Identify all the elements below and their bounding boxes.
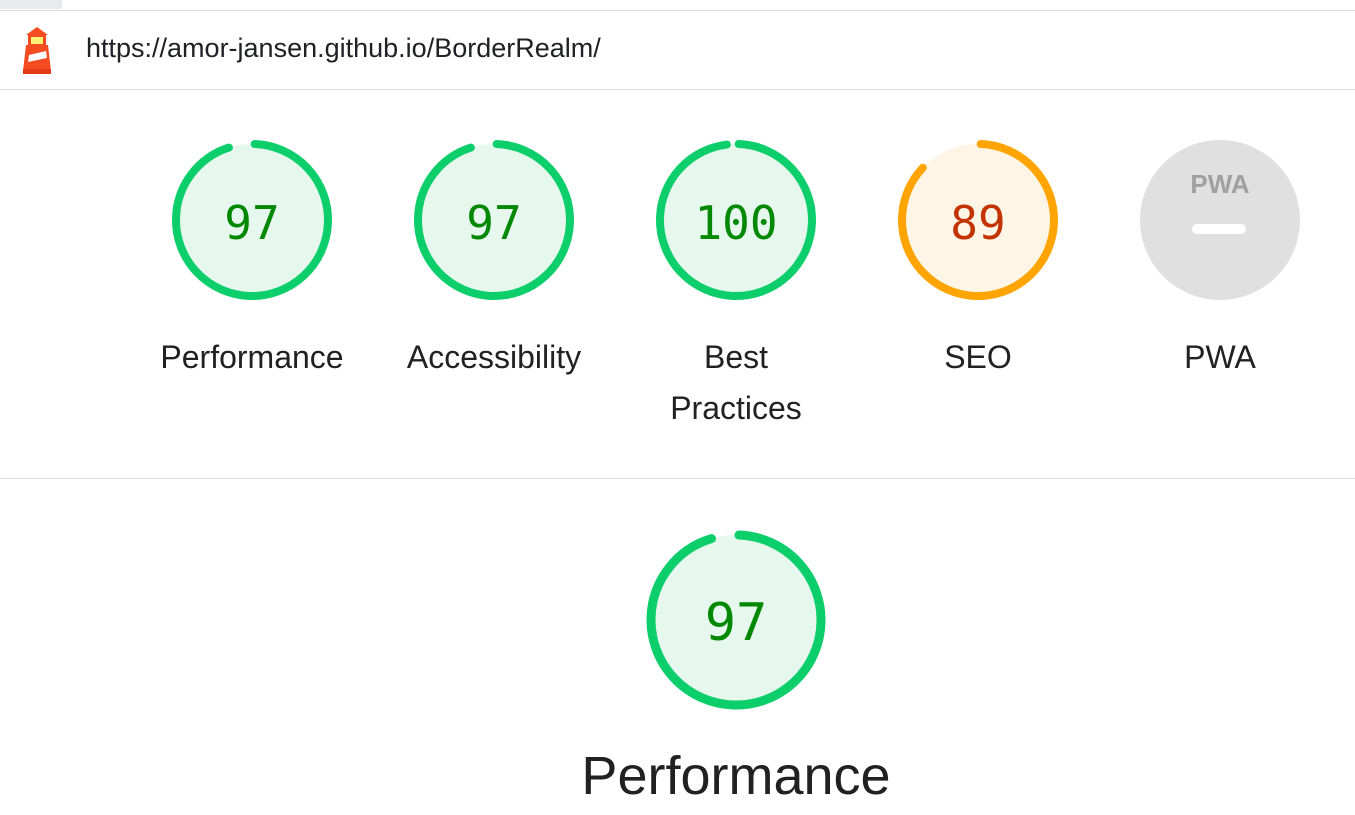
- best-practices-label: Best Practices: [636, 332, 836, 434]
- best-practices-label-line1: Best: [703, 339, 769, 375]
- seo-score: 89: [950, 196, 1005, 250]
- best-practices-score: 100: [694, 196, 777, 250]
- performance-main-gauge[interactable]: 97: [636, 529, 836, 716]
- performance-section: 97 Performance: [0, 479, 1355, 815]
- accessibility-label: Accessibility: [406, 339, 582, 375]
- pwa-dash-icon: [1192, 224, 1246, 234]
- url-bar: https://amor-jansen.github.io/BorderReal…: [0, 11, 1355, 90]
- accessibility-score: 97: [466, 196, 521, 250]
- gauge-best-practices[interactable]: 100 Best Practices: [636, 138, 836, 434]
- browser-top-strip: [0, 0, 1355, 11]
- performance-main-gauge-ring: 97: [646, 530, 826, 710]
- tab-stub[interactable]: [0, 0, 62, 9]
- performance-section-title: Performance: [581, 746, 891, 806]
- scores-summary: 97 Performance 97 Accessibility 100 Best…: [0, 90, 1355, 479]
- page-url[interactable]: https://amor-jansen.github.io/BorderReal…: [86, 33, 601, 64]
- pwa-badge-text: PWA: [1190, 169, 1249, 199]
- performance-gauge-ring: 97: [172, 140, 332, 300]
- seo-gauge-ring: 89: [898, 140, 1058, 300]
- gauge-seo[interactable]: 89 SEO: [878, 138, 1078, 383]
- pwa-label: PWA: [1184, 339, 1256, 375]
- gauge-pwa[interactable]: PWA PWA: [1120, 138, 1320, 383]
- gauge-performance[interactable]: 97 Performance: [152, 138, 352, 383]
- best-practices-label-line2: Practices: [670, 390, 802, 426]
- performance-label: Performance: [160, 339, 344, 375]
- gauge-accessibility[interactable]: 97 Accessibility: [394, 138, 594, 383]
- performance-score: 97: [224, 196, 279, 250]
- accessibility-gauge-ring: 97: [414, 140, 574, 300]
- best-practices-gauge-ring: 100: [656, 140, 816, 300]
- performance-main-score: 97: [705, 593, 768, 653]
- seo-label: SEO: [944, 339, 1012, 375]
- lighthouse-icon: [23, 27, 51, 74]
- pwa-badge: PWA: [1140, 140, 1300, 300]
